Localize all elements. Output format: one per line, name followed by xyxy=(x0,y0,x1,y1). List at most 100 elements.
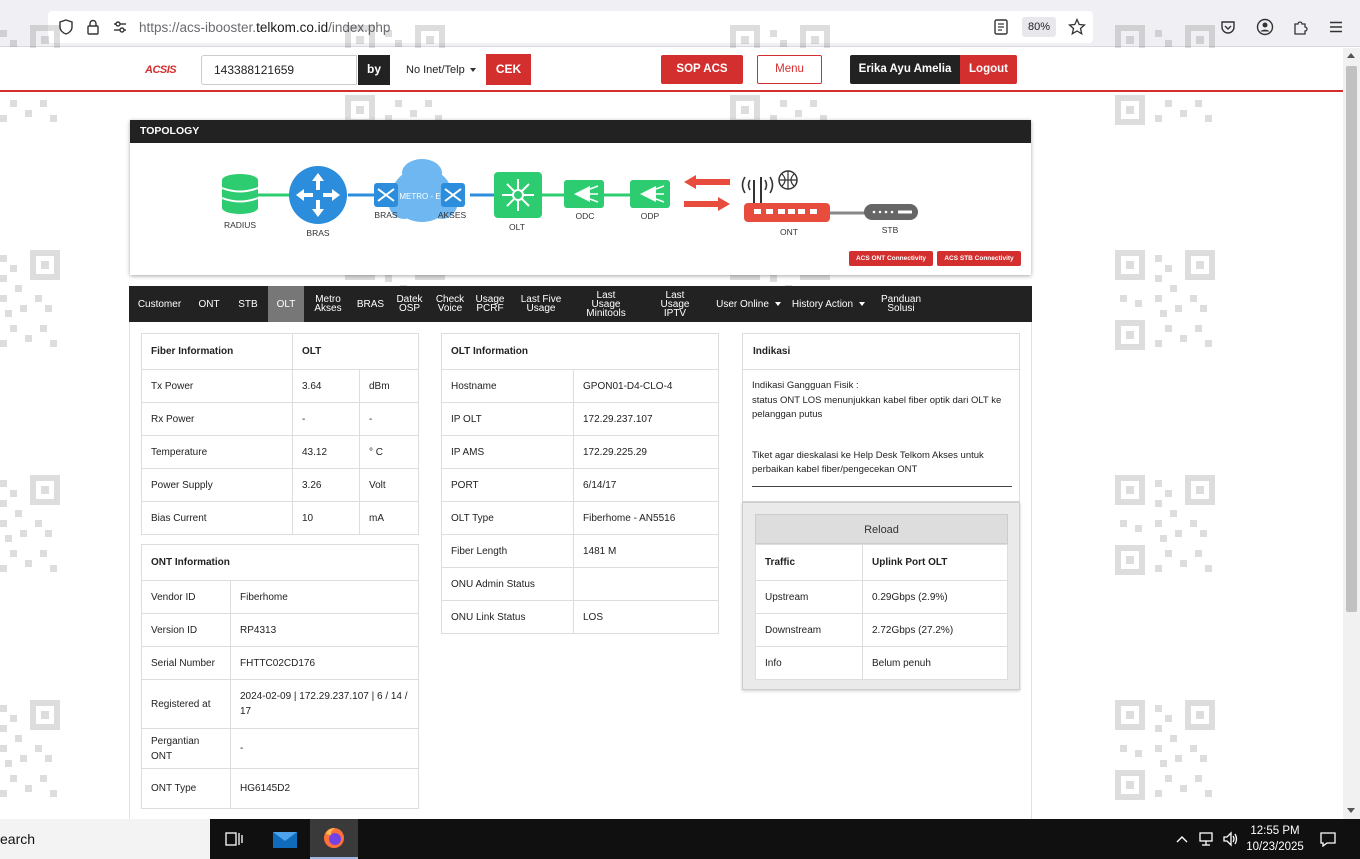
taskbar-search[interactable]: earch xyxy=(0,819,210,859)
tab-usage-pcrf[interactable]: Usage PCRF xyxy=(470,286,510,322)
tab-history-action[interactable]: History Action xyxy=(787,286,870,322)
tab-label: ONT xyxy=(198,298,220,310)
tab-user-online[interactable]: User Online xyxy=(710,286,787,322)
row-label: Upstream xyxy=(755,580,863,614)
search-input[interactable] xyxy=(201,55,357,85)
tray-chevron-up-icon[interactable] xyxy=(1176,819,1188,859)
row-value: 172.29.225.29 xyxy=(573,435,719,469)
odp-node-icon xyxy=(630,180,670,208)
mail-app-icon[interactable] xyxy=(261,819,309,859)
table-row: PORT 6/14/17 xyxy=(441,468,719,502)
lock-icon[interactable] xyxy=(84,18,102,36)
row-value: 43.12 xyxy=(292,435,360,469)
row-value: 172.29.237.107 xyxy=(573,402,719,436)
table-header-row: Traffic Uplink Port OLT xyxy=(755,544,1008,581)
tab-label: Panduan Solusi xyxy=(880,294,922,314)
header-cell: OLT xyxy=(292,333,419,370)
indikasi-line1: Indikasi Gangguan Fisik : xyxy=(752,380,859,391)
row-value: LOS xyxy=(573,600,719,634)
acsis-logo[interactable]: ACSIS xyxy=(145,64,177,76)
scroll-down-icon[interactable] xyxy=(1347,808,1355,813)
stb-connectivity-button[interactable]: ACS STB Connectivity xyxy=(937,251,1021,266)
header-cell: Fiber Information xyxy=(141,333,293,370)
tab-metro-akses[interactable]: Metro Akses xyxy=(304,286,352,322)
bras-metro-label: BRAS xyxy=(374,210,397,220)
bras-label: BRAS xyxy=(306,228,329,238)
row-label: IP AMS xyxy=(441,435,574,469)
row-unit: dBm xyxy=(359,369,419,403)
olt-node-icon xyxy=(494,172,542,218)
row-value: 2.72Gbps (27.2%) xyxy=(862,613,1008,647)
radius-label: RADIUS xyxy=(224,220,256,230)
clock-time: 12:55 PM xyxy=(1250,825,1300,837)
logout-button[interactable]: Logout xyxy=(960,55,1017,84)
scroll-up-icon[interactable] xyxy=(1347,53,1355,58)
row-label: Bias Current xyxy=(141,501,293,535)
row-label: Fiber Length xyxy=(441,534,574,568)
table-row: OLT Type Fiberhome - AN5516 xyxy=(441,501,719,535)
tab-ont[interactable]: ONT xyxy=(190,286,228,322)
tab-last-five-usage[interactable]: Last Five Usage xyxy=(510,286,572,322)
firefox-app-icon[interactable] xyxy=(310,819,358,859)
row-value: Fiberhome xyxy=(230,580,419,614)
taskbar-clock[interactable]: 12:55 PM 10/23/2025 xyxy=(1240,823,1310,855)
account-icon[interactable] xyxy=(1256,18,1274,36)
table-row: ONT Type HG6145D2 xyxy=(141,768,419,809)
volume-icon[interactable] xyxy=(1222,819,1240,859)
search-type-label: No Inet/Telp xyxy=(406,64,465,76)
cek-button[interactable]: CEK xyxy=(486,54,531,85)
scrollbar-thumb[interactable] xyxy=(1346,66,1357,612)
tab-last-usage-iptv[interactable]: Last Usage IPTV xyxy=(640,286,710,322)
hamburger-menu-icon[interactable] xyxy=(1327,18,1345,36)
pocket-icon[interactable] xyxy=(1219,18,1237,36)
task-view-icon[interactable] xyxy=(210,819,258,859)
sop-acs-button[interactable]: SOP ACS xyxy=(661,55,743,84)
tab-datek-osp[interactable]: Datek OSP xyxy=(389,286,430,322)
stb-label: STB xyxy=(882,225,899,235)
tab-customer[interactable]: Customer xyxy=(129,286,190,322)
ont-connectivity-button[interactable]: ACS ONT Connectivity xyxy=(849,251,933,266)
row-label: Rx Power xyxy=(141,402,293,436)
watermark-qr-icon xyxy=(1115,250,1215,350)
reload-button[interactable]: Reload xyxy=(755,514,1008,544)
ont-info-table: ONT Information Vendor ID Fiberhome Version… xyxy=(141,544,419,809)
detail-tabs: Customer ONT STB OLT Metro Akses BRAS Datek OS… xyxy=(129,286,1032,322)
page-scrollbar[interactable] xyxy=(1343,48,1360,819)
table-row: Vendor ID Fiberhome xyxy=(141,580,419,614)
network-icon[interactable] xyxy=(1199,819,1217,859)
row-value: 10 xyxy=(292,501,360,535)
row-label: Tx Power xyxy=(141,369,293,403)
reader-view-icon[interactable] xyxy=(992,18,1010,36)
zoom-level[interactable]: 80% xyxy=(1022,17,1056,37)
tab-check-voice[interactable]: Check Voice xyxy=(430,286,470,322)
extensions-icon[interactable] xyxy=(1291,18,1309,36)
tab-label: STB xyxy=(238,298,258,310)
search-type-dropdown[interactable]: No Inet/Telp xyxy=(397,55,485,85)
topology-panel: TOPOLOGY RADIUS BRAS METRO - E BRAS AKSE… xyxy=(130,120,1031,275)
tab-stb[interactable]: STB xyxy=(228,286,268,322)
bookmark-star-icon[interactable] xyxy=(1068,18,1086,36)
clock-date: 10/23/2025 xyxy=(1246,841,1304,853)
odc-node-icon xyxy=(564,180,604,208)
indikasi-title: Indikasi xyxy=(743,334,1019,370)
ont-router-icon xyxy=(741,170,830,222)
permissions-icon[interactable] xyxy=(111,18,129,36)
row-value: HG6145D2 xyxy=(230,768,419,809)
caret-down-icon xyxy=(469,68,476,73)
tab-olt[interactable]: OLT xyxy=(268,286,304,322)
menu-button[interactable]: Menu xyxy=(757,55,822,84)
row-unit: Volt xyxy=(359,468,419,502)
app-header: ACSIS by No Inet/Telp CEK SOP ACS Menu E… xyxy=(0,48,1343,92)
table-row: Hostname GPON01-D4-CLO-4 xyxy=(441,369,719,403)
table-row: Fiber Length 1481 M xyxy=(441,534,719,568)
table-row: Upstream 0.29Gbps (2.9%) xyxy=(755,580,1008,614)
row-label: Serial Number xyxy=(141,646,231,680)
tab-label: BRAS xyxy=(356,298,385,310)
tab-panduan-solusi[interactable]: Panduan Solusi xyxy=(870,286,932,322)
tab-bras[interactable]: BRAS xyxy=(352,286,389,322)
row-value: 3.26 xyxy=(292,468,360,502)
stb-device-icon xyxy=(864,204,918,220)
by-button[interactable]: by xyxy=(358,55,390,85)
notifications-icon[interactable] xyxy=(1319,819,1337,859)
tab-last-usage-minitools[interactable]: Last Usage Minitools xyxy=(572,286,640,322)
